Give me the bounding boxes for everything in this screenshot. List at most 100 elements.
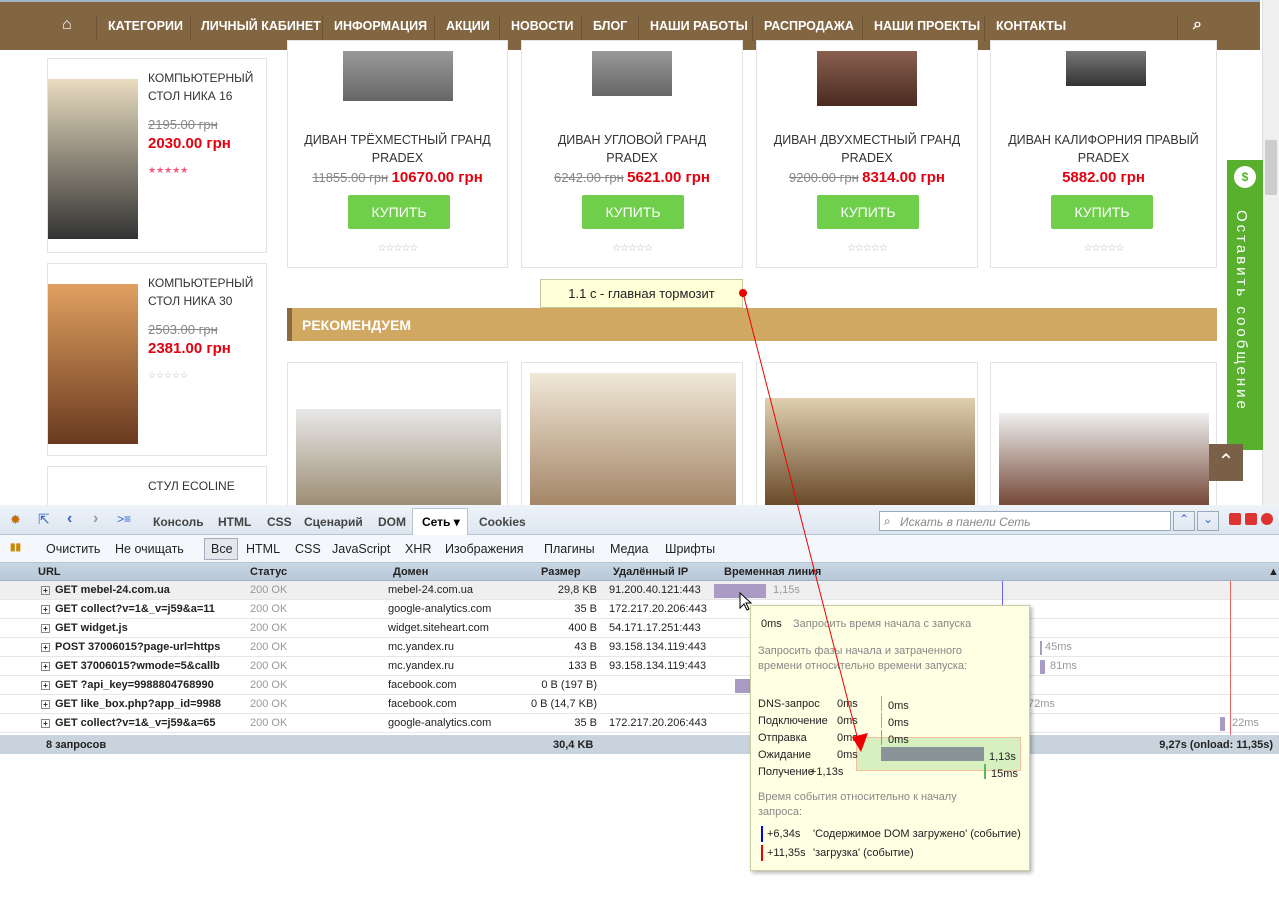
expand-icon[interactable]: + <box>41 605 50 614</box>
col-domain[interactable]: Домен <box>393 566 428 578</box>
col-size[interactable]: Размер <box>541 566 581 578</box>
nav-sale[interactable]: Распродажа <box>764 19 854 33</box>
xhr-icon[interactable]: ▮▮ <box>10 542 21 553</box>
col-timeline[interactable]: Временная линия <box>724 566 821 578</box>
nav-works[interactable]: Наши работы <box>650 19 748 33</box>
request-url[interactable]: GET mebel-24.com.ua <box>55 584 170 596</box>
minimize-icon[interactable] <box>1229 513 1241 525</box>
network-search-input[interactable]: ⌕ Искать в панели Сеть <box>879 511 1171 531</box>
buy-button[interactable]: КУПИТЬ <box>817 195 919 229</box>
filter-javascript[interactable]: JavaScript <box>332 542 390 556</box>
persist-button[interactable]: Не очищать <box>115 542 184 556</box>
filter-media[interactable]: Медиа <box>610 542 648 556</box>
timeline-bar[interactable] <box>1040 641 1042 655</box>
home-icon[interactable]: ⌂ <box>62 16 72 34</box>
firebug-icon[interactable]: ✹ <box>10 512 21 528</box>
filter-all[interactable]: Все <box>211 542 233 556</box>
nav-info[interactable]: Информация <box>334 19 427 33</box>
col-url[interactable]: URL <box>38 566 61 578</box>
request-url[interactable]: GET collect?v=1&_v=j59&a=11 <box>55 603 215 615</box>
request-url[interactable]: GET like_box.php?app_id=9988 <box>55 698 221 710</box>
clear-button[interactable]: Очистить <box>46 542 100 556</box>
tab-network[interactable]: Сеть ▾ <box>422 515 460 529</box>
network-row[interactable]: + GET ?api_key=9988804768990 200 OK faceboo… <box>0 676 1279 695</box>
product-image <box>1066 51 1146 86</box>
inspect-icon[interactable]: ⇱ <box>38 511 50 528</box>
network-row[interactable]: + GET 37006015?wmode=5&callb 200 OK mc.yand… <box>0 657 1279 676</box>
sidebar-product[interactable]: Компьютерный стол Ника 16 2195.00 грн 20… <box>47 58 267 253</box>
product-name[interactable]: ДИВАН УГЛОВОЙ ГРАНД PRADEX <box>522 131 742 167</box>
timeline-bar[interactable] <box>714 584 766 598</box>
nav-contacts[interactable]: Контакты <box>996 19 1066 33</box>
forward-icon[interactable]: › <box>93 510 98 528</box>
tab-html[interactable]: HTML <box>218 515 251 529</box>
timeline-bar[interactable] <box>1220 717 1225 731</box>
tab-dom[interactable]: DOM <box>378 515 406 529</box>
sort-icon[interactable]: ▲ <box>1268 566 1279 578</box>
network-row[interactable]: + GET collect?v=1&_v=j59&a=65 200 OK google… <box>0 714 1279 733</box>
expand-icon[interactable]: + <box>41 586 50 595</box>
request-url[interactable]: GET collect?v=1&_v=j59&a=65 <box>55 717 216 729</box>
close-icon[interactable] <box>1261 513 1273 525</box>
nav-blog[interactable]: Блог <box>593 19 627 33</box>
tab-script[interactable]: Сценарий <box>304 515 363 529</box>
expand-icon[interactable]: + <box>41 662 50 671</box>
tab-css[interactable]: CSS <box>267 515 292 529</box>
buy-button[interactable]: КУПИТЬ <box>582 195 684 229</box>
expand-icon[interactable]: + <box>41 719 50 728</box>
network-summary-row: 8 запросов 30,4 KB 9,27s (onload: 11,35s… <box>0 735 1279 754</box>
timeline-bar[interactable] <box>1040 660 1045 674</box>
network-row[interactable]: + GET collect?v=1&_v=j59&a=11 200 OK google… <box>0 600 1279 619</box>
search-prev-button[interactable]: ⌃ <box>1173 511 1195 531</box>
nav-categories[interactable]: Категории <box>108 19 183 33</box>
tab-console[interactable]: Консоль <box>153 515 204 529</box>
nav-account[interactable]: Личный кабинет <box>201 19 321 33</box>
filter-xhr[interactable]: XHR <box>405 542 431 556</box>
buy-button[interactable]: КУПИТЬ <box>348 195 450 229</box>
network-row[interactable]: + GET like_box.php?app_id=9988 200 OK faceb… <box>0 695 1279 714</box>
page-scrollbar[interactable] <box>1262 0 1279 505</box>
network-row[interactable]: + GET mebel-24.com.ua 200 OK mebel-24.com.u… <box>0 581 1279 600</box>
timeline-bar[interactable] <box>735 679 750 693</box>
product-name[interactable]: ДИВАН ТРЁХМЕСТНЫЙ ГРАНД PRADEX <box>288 131 507 167</box>
product-name[interactable]: ДИВАН КАЛИФОРНИЯ ПРАВЫЙ PRADEX <box>991 131 1216 167</box>
expand-icon[interactable]: + <box>41 624 50 633</box>
product-title[interactable]: Компьютерный стол Ника 30 <box>148 274 266 310</box>
command-line-icon[interactable]: >≡ <box>117 512 131 526</box>
product-name[interactable]: ДИВАН ДВУХМЕСТНЫЙ ГРАНД PRADEX <box>757 131 977 167</box>
expand-icon[interactable]: + <box>41 681 50 690</box>
recommended-card[interactable] <box>990 362 1217 522</box>
nav-projects[interactable]: Наши проекты <box>874 19 980 33</box>
recommended-card[interactable] <box>756 362 978 522</box>
request-url[interactable]: GET 37006015?wmode=5&callb <box>55 660 220 672</box>
filter-fonts[interactable]: Шрифты <box>665 542 715 556</box>
request-url[interactable]: GET widget.js <box>55 622 128 634</box>
tab-cookies[interactable]: Cookies <box>479 515 526 529</box>
expand-icon[interactable]: + <box>41 700 50 709</box>
product-title[interactable]: Стул Ecoline <box>148 477 235 495</box>
request-url[interactable]: GET ?api_key=9988804768990 <box>55 679 214 691</box>
leave-message-widget[interactable]: $ Оставить сообщение <box>1227 160 1263 450</box>
detach-icon[interactable] <box>1245 513 1257 525</box>
network-row[interactable]: + POST 37006015?page-url=https 200 OK mc.ya… <box>0 638 1279 657</box>
nav-news[interactable]: Новости <box>511 19 574 33</box>
search-next-button[interactable]: ⌄ <box>1197 511 1219 531</box>
filter-plugins[interactable]: Плагины <box>544 542 595 556</box>
nav-promos[interactable]: Акции <box>446 19 490 33</box>
request-url[interactable]: POST 37006015?page-url=https <box>55 641 220 653</box>
filter-html[interactable]: HTML <box>246 542 280 556</box>
expand-icon[interactable]: + <box>41 643 50 652</box>
search-icon[interactable]: ⌕ <box>1193 16 1202 34</box>
col-remote-ip[interactable]: Удалённый IP <box>613 566 688 578</box>
product-title[interactable]: Компьютерный стол Ника 16 <box>148 69 266 105</box>
recommended-card[interactable] <box>521 362 743 522</box>
scroll-top-button[interactable]: ⌃ <box>1209 444 1243 481</box>
sidebar-product[interactable]: Компьютерный стол Ника 30 2503.00 грн 23… <box>47 263 267 456</box>
back-icon[interactable]: ‹ <box>67 510 72 528</box>
filter-css[interactable]: CSS <box>295 542 321 556</box>
network-row[interactable]: + GET widget.js 200 OK widget.siteheart.com… <box>0 619 1279 638</box>
buy-button[interactable]: КУПИТЬ <box>1051 195 1153 229</box>
recommended-card[interactable] <box>287 362 508 522</box>
col-status[interactable]: Статус <box>250 566 287 578</box>
filter-images[interactable]: Изображения <box>445 542 524 556</box>
